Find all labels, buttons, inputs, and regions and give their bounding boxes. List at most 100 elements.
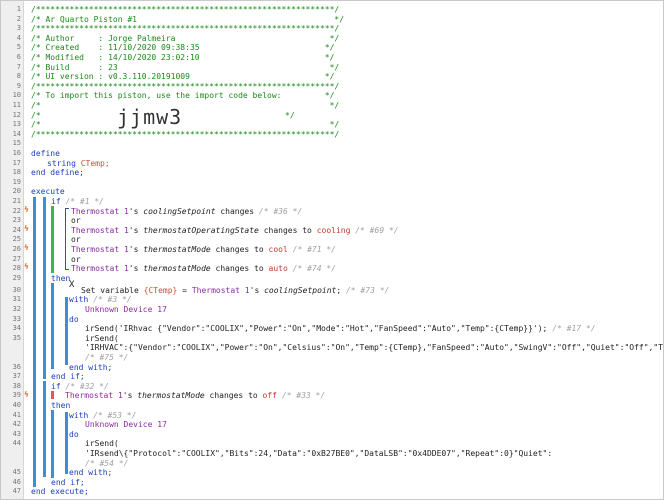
set-variable-statement[interactable]: Set variable {CTemp} = Thermostat 1's co… [81,286,389,296]
condition-cooling-setpoint[interactable]: Thermostat 1's coolingSetpoint changes /… [71,207,302,217]
header-ui-version: /* UI version : v0.3.110.20191009 */ [31,72,335,82]
line-number: 25 [12,235,21,244]
end-define-line: end define; [31,168,84,178]
if-block-bar [43,381,46,477]
line-number: 40 [12,401,21,409]
header-created: /* Created : 11/10/2020 09:38:35 */ [31,43,335,53]
or-operator: or [71,254,81,264]
header-import-line: /* To import this piston, use the import… [31,91,335,101]
line-number: 13 [12,120,21,129]
line-number: 47 [12,487,21,496]
end-if-keyword: end if; [51,477,85,487]
line-number: 28 [12,264,21,273]
statement-note: /* #75 */ [85,353,129,362]
if-statement-1[interactable]: if /* #1 */ [51,197,104,207]
line-number: 37 [12,372,21,381]
line-number: 4 [16,33,21,42]
condition-mode-off[interactable]: Thermostat 1's thermostatMode changes to… [65,391,325,401]
line-number: 16 [12,149,21,157]
device-reference[interactable]: Unknown Device 17 [85,420,167,430]
condition-operating-state[interactable]: Thermostat 1's thermostatOperatingState … [71,226,399,236]
line-number: 20 [12,187,21,196]
header-border: /***************************************… [31,129,340,139]
with-block-bar [65,412,68,474]
with-statement[interactable]: with /* #53 */ [69,411,136,421]
device-reference[interactable]: Unknown Device 17 [85,305,167,315]
line-number: 9 [16,81,21,90]
header-border: /***************************************… [31,81,340,91]
trigger-bolt-icon: ϟ [24,205,29,214]
line-number: 32 [12,305,21,313]
do-keyword: do [69,429,79,439]
condition-bar [51,206,54,273]
line-number: 18 [12,168,21,177]
line-number: 8 [16,72,21,81]
set-variable-icon: X [69,280,75,290]
condition-bar [51,391,54,399]
line-number: 24 [12,225,21,234]
header-import-prefix: /* [31,110,41,120]
irsend-argument: 'IRsend\{"Protocol":"COOLIX","Bits":24,"… [85,449,553,458]
line-number: 29 [12,273,21,282]
end-execute-line: end execute; [31,487,89,497]
then-block-bar [51,283,54,369]
line-number: 11 [12,101,21,109]
trigger-bolt-icon: ϟ [24,243,29,252]
line-number [1,449,21,459]
with-statement[interactable]: with /* #3 */ [69,295,132,305]
header-border: /***************************************… [31,5,340,14]
line-number: 19 [12,177,21,186]
line-number: 10 [12,91,21,100]
line-number: 46 [12,477,21,486]
header-build: /* Build : 23 */ [31,62,340,72]
trigger-bolt-icon: ϟ [24,262,29,271]
end-with-keyword: end with; [69,362,113,372]
line-number [1,343,21,353]
header-author: /* Author : Jorge Palmeira */ [31,33,340,43]
line-number: 5 [16,43,21,52]
or-operator: or [71,235,81,245]
with-block-bar [65,297,68,365]
line-number: 35 [12,333,21,342]
line-number: 39 [12,391,21,400]
line-number: 7 [16,62,21,71]
line-number: 12 [12,110,21,119]
header-modified: /* Modified : 14/10/2020 23:02:10 */ [31,53,335,62]
trigger-bolt-icon: ϟ [24,224,29,233]
irsend-command[interactable]: irSend( [85,334,119,344]
do-keyword: do [69,314,79,324]
then-keyword: then [51,273,71,283]
condition-mode-auto[interactable]: Thermostat 1's thermostatMode changes to… [71,264,336,274]
line-number: 45 [12,468,21,477]
piston-code-editor: 1 2 3 4 5 6 7 8 9 10 11 12 13 14 15 16 17 18 19 20 21 22 23 24 2… [0,0,664,500]
header-border: /***************************************… [31,24,340,34]
line-number: 15 [12,139,21,148]
line-number: 2 [16,14,21,23]
irsend-argument: 'IRHVAC":{"Vendor":"COOLIX","Power":"On"… [85,343,663,353]
irsend-command[interactable]: irSend( [85,439,119,449]
line-number: 17 [12,158,21,167]
if-block-bar [43,197,46,379]
if-statement-2[interactable]: if /* #32 */ [51,382,109,392]
variable-declaration[interactable]: string CTemp; [47,159,110,169]
line-number: 41 [12,410,21,419]
line-number: 42 [12,420,21,429]
header-blank: /* */ [31,101,340,110]
line-number: 31 [12,295,21,304]
header-import-suffix: */ [285,110,295,120]
condition-group-bracket [65,208,69,270]
line-number: 21 [12,197,21,205]
line-number: 27 [12,254,21,263]
end-with-keyword: end with; [69,468,113,478]
line-number: 44 [12,439,21,448]
line-number: 23 [12,216,21,225]
line-number: 43 [12,429,21,438]
trigger-bolt-icon: ϟ [24,390,29,399]
irsend-command[interactable]: irSend('IRhvac {"Vendor":"COOLIX","Power… [85,324,596,334]
line-number: 30 [12,285,21,294]
line-number: 1 [16,5,21,13]
execute-block-bar [33,197,36,487]
condition-mode-cool[interactable]: Thermostat 1's thermostatMode changes to… [71,245,336,255]
line-number: 36 [12,362,21,371]
line-number: 14 [12,129,21,138]
